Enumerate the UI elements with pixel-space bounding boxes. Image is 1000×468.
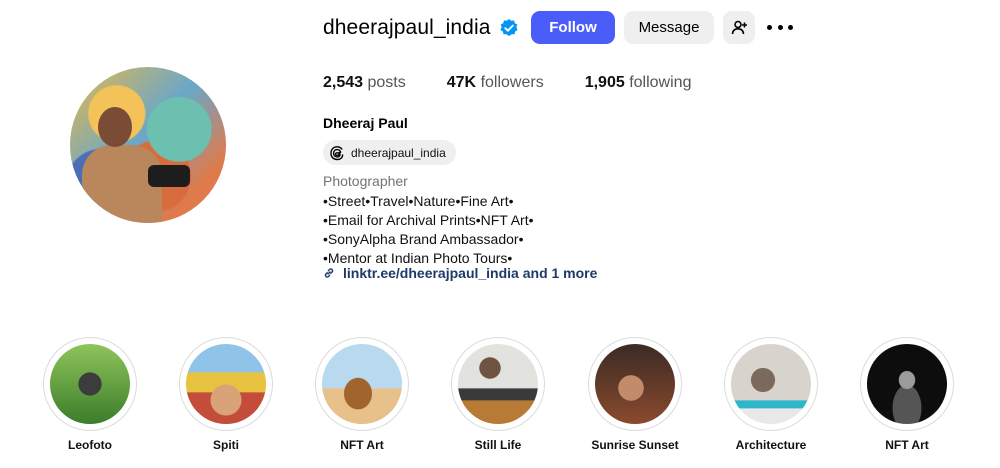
highlight-label: NFT Art [340, 438, 384, 452]
highlight-sunrise-sunset[interactable]: Sunrise Sunset [588, 337, 682, 452]
suggested-accounts-button[interactable] [723, 11, 755, 44]
highlight-label: NFT Art [885, 438, 929, 452]
full-name: Dheeraj Paul [323, 115, 408, 131]
highlight-label: Still Life [474, 438, 522, 452]
profile-header: dheerajpaul_india [323, 11, 519, 45]
avatar-figure-head [98, 107, 132, 147]
highlight-nft-art[interactable]: NFT Art [315, 337, 409, 452]
highlight-ring [43, 337, 137, 431]
bio-line: •Email for Archival Prints•NFT Art• [323, 212, 534, 228]
highlight-still-life[interactable]: Still Life [451, 337, 545, 452]
threads-icon [330, 145, 344, 160]
external-link[interactable]: linktr.ee/dheerajpaul_india and 1 more [323, 265, 597, 281]
highlight-label: Leofoto [68, 438, 112, 452]
avatar-camera [148, 165, 190, 187]
bio-line: •Street•Travel•Nature•Fine Art• [323, 193, 514, 209]
bio-line: •SonyAlpha Brand Ambassador• [323, 231, 524, 247]
link-text: linktr.ee/dheerajpaul_india and 1 more [343, 265, 598, 281]
highlight-ring [860, 337, 954, 431]
profile-stats: 2,543 posts 47K followers 1,905 followin… [323, 74, 732, 92]
highlight-cover [595, 344, 675, 424]
highlight-cover [186, 344, 266, 424]
highlight-label: Spiti [213, 438, 239, 452]
verified-badge-icon [499, 18, 519, 38]
highlight-label: Architecture [735, 438, 807, 452]
highlight-ring [179, 337, 273, 431]
link-icon [324, 268, 334, 278]
profile-avatar[interactable] [70, 67, 226, 223]
highlight-cover [50, 344, 130, 424]
message-button[interactable]: Message [624, 11, 714, 44]
highlight-nft-art-2[interactable]: NFT Art [860, 337, 954, 452]
follow-button[interactable]: Follow [531, 11, 615, 44]
username: dheerajpaul_india [323, 16, 491, 39]
highlight-cover [458, 344, 538, 424]
highlight-label: Sunrise Sunset [591, 438, 679, 452]
bio-text: •Street•Travel•Nature•Fine Art• •Email f… [323, 192, 534, 268]
threads-handle: dheerajpaul_india [351, 145, 446, 160]
highlight-cover [731, 344, 811, 424]
highlight-ring [724, 337, 818, 431]
person-add-icon [731, 20, 747, 35]
threads-badge[interactable]: dheerajpaul_india [323, 140, 456, 165]
highlight-cover [322, 344, 402, 424]
highlight-cover [867, 344, 947, 424]
profile-category: Photographer [323, 173, 408, 189]
highlight-ring [588, 337, 682, 431]
highlight-architecture[interactable]: Architecture [724, 337, 818, 452]
highlight-ring [451, 337, 545, 431]
more-options-icon[interactable] [767, 17, 793, 37]
highlight-leofoto[interactable]: Leofoto [43, 337, 137, 452]
highlight-ring [315, 337, 409, 431]
highlight-spiti[interactable]: Spiti [179, 337, 273, 452]
following-count[interactable]: 1,905 following [585, 74, 692, 92]
posts-count: 2,543 posts [323, 74, 406, 91]
followers-count[interactable]: 47K followers [447, 74, 544, 92]
